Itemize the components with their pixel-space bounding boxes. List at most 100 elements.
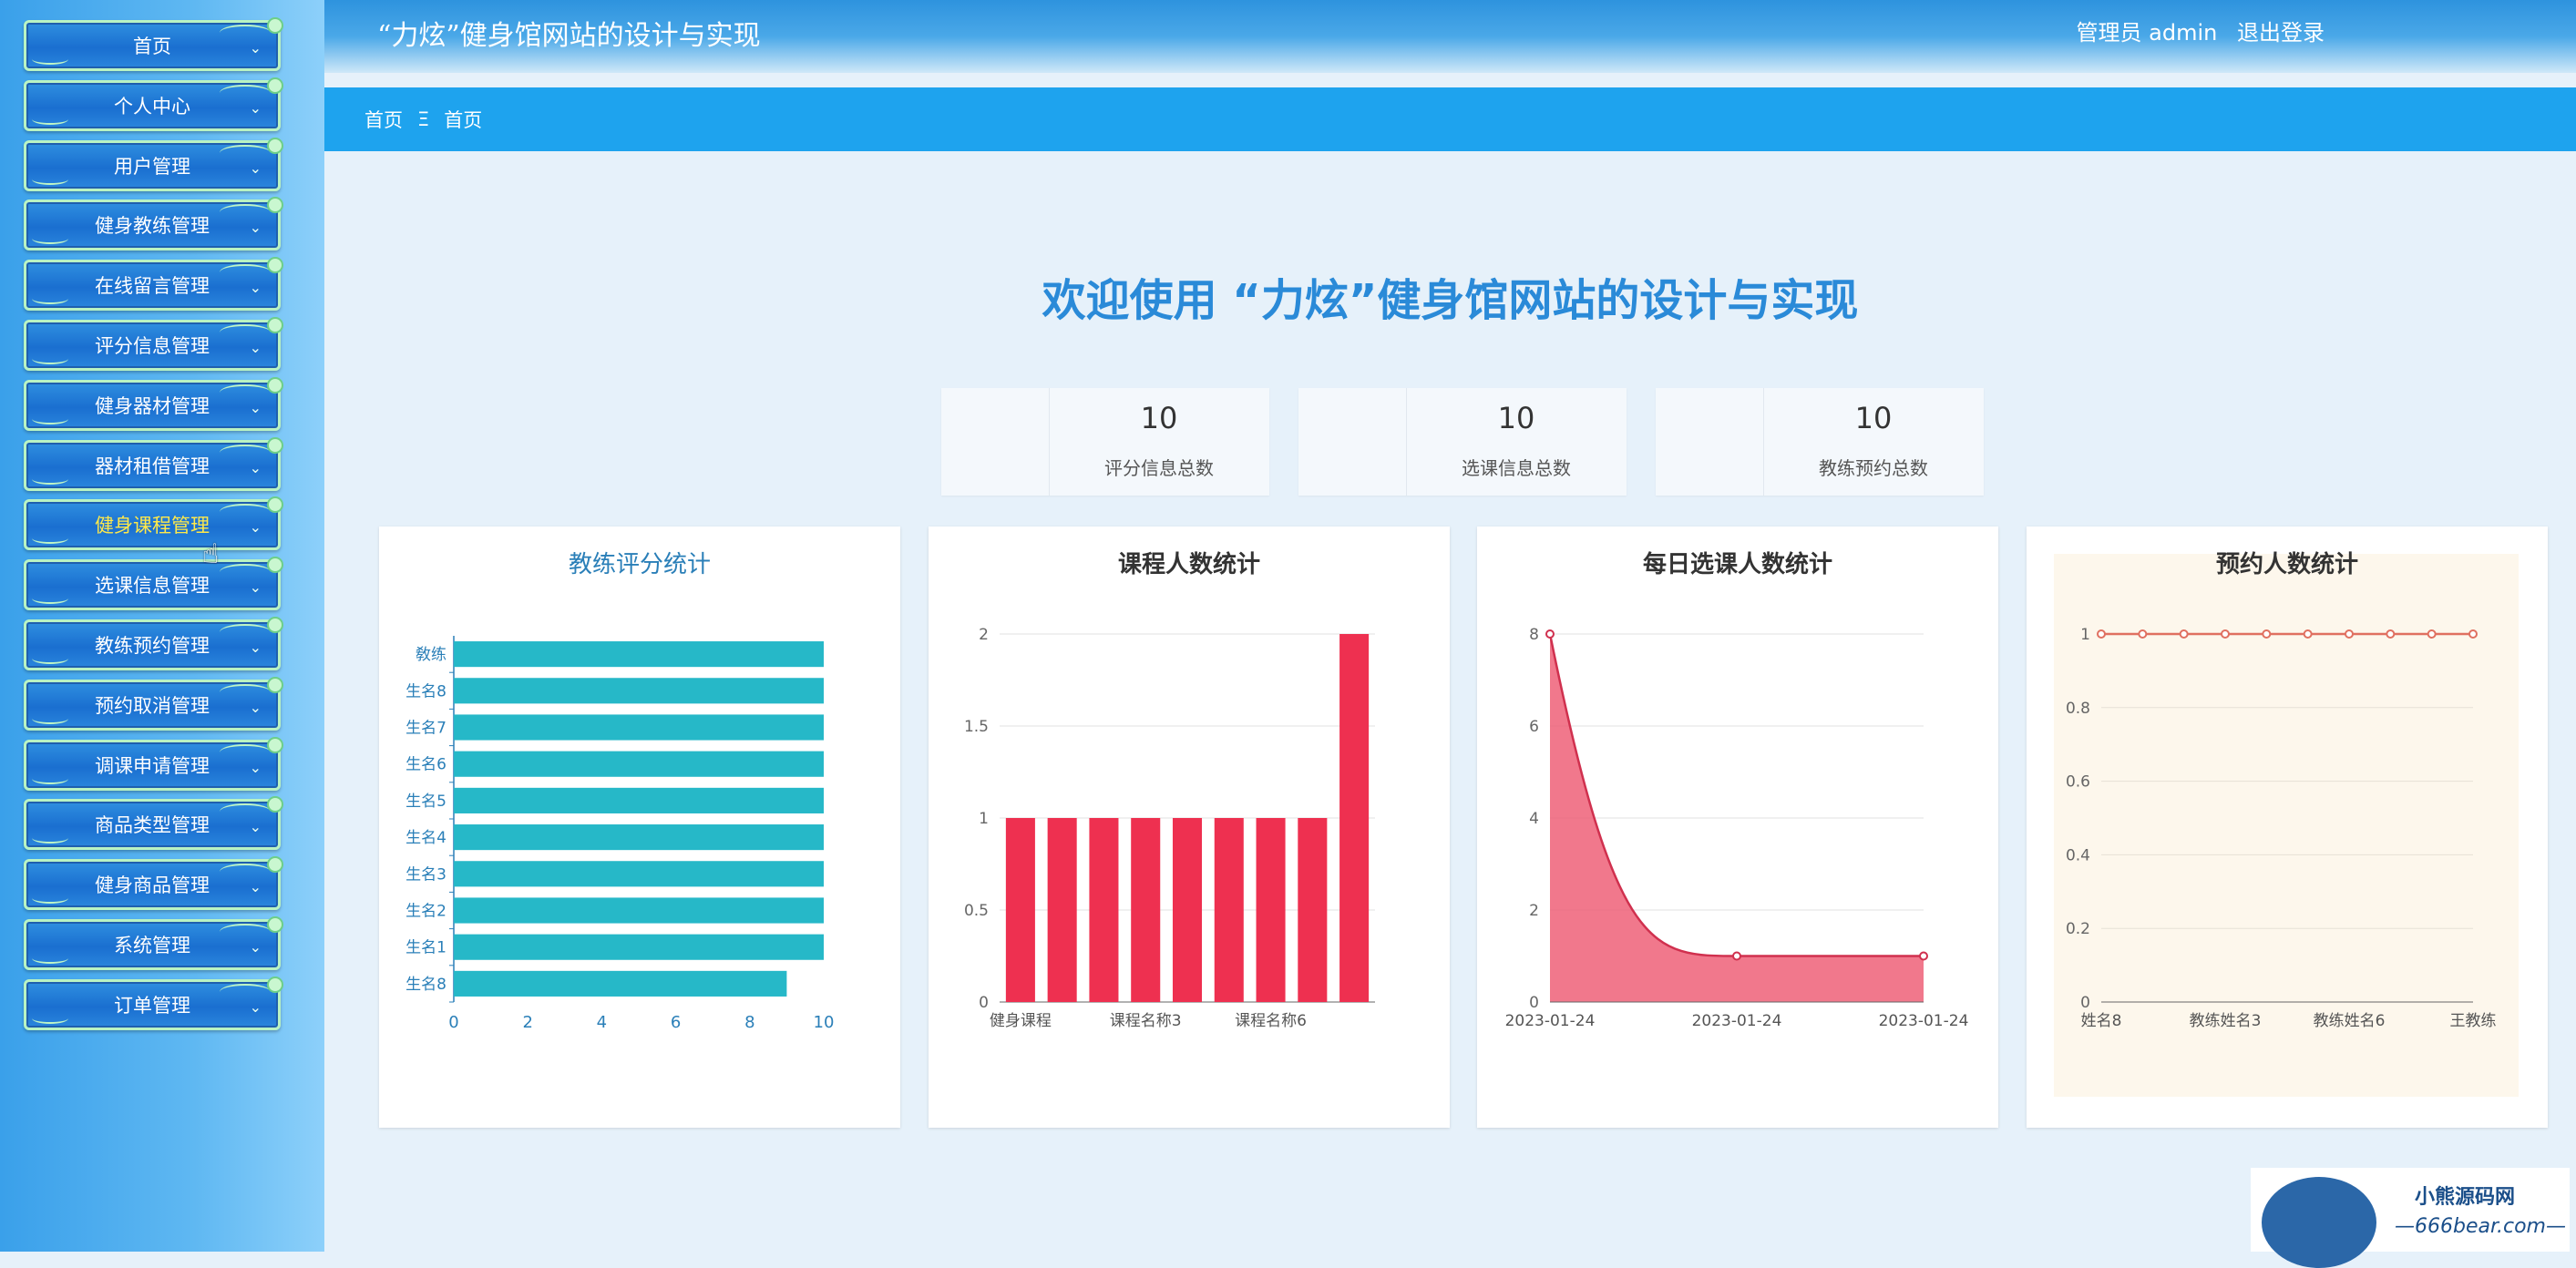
sidebar-item[interactable]: ⌄ 用户管理: [24, 137, 283, 191]
y-tick-label: 生名8: [405, 682, 446, 700]
sidebar-item-label: 首页: [133, 36, 171, 57]
ornament-icon: [220, 383, 271, 401]
sidebar-item-label: 器材租借管理: [95, 455, 210, 477]
chevron-down-icon: ⌄: [249, 339, 262, 356]
x-tick-label: 教练姓名3: [2190, 1012, 2262, 1030]
bar: [454, 787, 824, 813]
data-point: [2345, 629, 2354, 639]
data-point: [2221, 629, 2230, 639]
sidebar-item[interactable]: ⌄ 商品类型管理: [24, 796, 283, 851]
sidebar-item[interactable]: ⌄ 首页: [24, 17, 283, 71]
ornament-icon: [220, 264, 271, 281]
sidebar-item[interactable]: ⌄ 健身器材管理: [24, 376, 283, 431]
x-tick-label: 4: [597, 1013, 607, 1032]
sidebar-item[interactable]: ⌄ 调课申请管理: [24, 736, 283, 791]
y-tick-label: 1: [2080, 626, 2090, 644]
ornament-icon: [32, 114, 68, 125]
stat-icon-placeholder: [941, 388, 1050, 496]
ornament-icon: [220, 144, 271, 161]
y-tick-label: 1: [979, 810, 989, 828]
ornament-icon: [220, 564, 271, 580]
ornament-icon: [220, 743, 271, 761]
breadcrumb: 首页 Ξ 首页: [324, 87, 2576, 151]
ornament-icon: [32, 533, 68, 545]
dot-icon: [267, 197, 283, 214]
breadcrumb-home[interactable]: 首页: [364, 106, 403, 133]
logout-link[interactable]: 退出登录: [2237, 20, 2325, 46]
chevron-down-icon: ⌄: [249, 578, 262, 597]
bar: [454, 678, 824, 704]
bar: [1214, 818, 1244, 1002]
chart-title: 教练评分统计: [569, 551, 711, 578]
chevron-down-icon: ⌄: [249, 279, 262, 297]
data-point: [2386, 629, 2396, 639]
sidebar-item[interactable]: ⌄ 在线留言管理: [24, 257, 283, 312]
sidebar-item[interactable]: ⌄ 健身教练管理: [24, 197, 283, 251]
data-point: [2262, 629, 2272, 639]
sidebar-item[interactable]: ⌄ 评分信息管理: [24, 317, 283, 371]
x-tick-label: 10: [814, 1013, 835, 1032]
dot-icon: [267, 736, 283, 753]
y-tick-label: 0.4: [2066, 846, 2090, 864]
x-tick-label: 0: [448, 1013, 458, 1032]
sidebar-item[interactable]: ⌄ 个人中心: [24, 77, 283, 131]
sidebar-item-label: 订单管理: [114, 994, 190, 1017]
stat-card-course-selections: 10 选课信息总数: [1298, 388, 1627, 496]
y-tick-label: 生名7: [405, 720, 446, 738]
data-point: [2427, 629, 2437, 639]
sidebar-item[interactable]: ⌄ 订单管理: [24, 976, 283, 1030]
user-info: 管理员 admin 退出登录: [2064, 15, 2325, 46]
y-tick-label: 生名4: [405, 829, 446, 847]
y-tick-label: 0.5: [964, 902, 989, 920]
sidebar-item-label: 调课申请管理: [95, 754, 210, 777]
y-tick-label: 生名8: [405, 976, 446, 994]
sidebar-item[interactable]: ⌄ 器材租借管理: [24, 436, 283, 491]
chart-title: 每日选课人数统计: [1643, 550, 1832, 578]
sidebar-item[interactable]: ⌄ 预约取消管理: [24, 676, 283, 731]
x-tick-label: 8: [744, 1013, 754, 1032]
y-tick-label: 0.2: [2066, 920, 2090, 938]
sidebar-item[interactable]: ⌄ 教练预约管理: [24, 617, 283, 670]
stat-label: 教练预约总数: [1819, 457, 1928, 479]
dot-icon: [267, 676, 283, 693]
x-tick-label: 教练姓名6: [2314, 1012, 2386, 1030]
y-tick-label: 2: [979, 626, 989, 644]
sidebar-item[interactable]: ⌄ 选课信息管理: [24, 557, 283, 611]
sidebar-item-label: 预约取消管理: [95, 694, 210, 717]
chart-card-coach-rating: 教练评分统计 生名8 生名1 生名2 生名3 生名4 生名5 生名6 生名7 生名8 敎练 0 2 4 6 8…: [379, 527, 900, 1128]
dot-icon: [267, 137, 283, 154]
chart-title: 课程人数统计: [1118, 550, 1260, 578]
ornament-icon: [220, 924, 271, 940]
dot-icon: [267, 976, 283, 993]
data-point: [1919, 951, 1928, 961]
sidebar-item-label: 选课信息管理: [95, 575, 210, 598]
stat-value: 10: [1497, 401, 1535, 435]
sidebar-item-label: 商品类型管理: [95, 814, 210, 837]
ornament-icon: [220, 864, 271, 880]
chart-title: 预约人数统计: [2216, 550, 2358, 578]
y-tick-label: 6: [1529, 718, 1539, 736]
bar: [1131, 818, 1161, 1002]
stat-value: 10: [1854, 401, 1893, 435]
sidebar-item[interactable]: ⌄ 健身课程管理: [24, 496, 283, 551]
stat-label: 评分信息总数: [1104, 457, 1214, 479]
stat-label: 选课信息总数: [1462, 457, 1571, 479]
ornament-icon: [32, 833, 68, 844]
y-tick-label: 敎练: [416, 646, 446, 664]
sidebar-item[interactable]: ⌄ 健身商品管理: [24, 856, 283, 911]
chevron-down-icon: ⌄: [249, 398, 262, 416]
welcome-title: 欢迎使用 “力炫”健身馆网站的设计与实现: [1042, 275, 1859, 326]
data-point: [2138, 629, 2148, 639]
ornament-icon: [32, 54, 68, 65]
chevron-down-icon: ⌄: [249, 938, 262, 956]
ornament-icon: [220, 624, 271, 640]
ornament-icon: [32, 953, 68, 964]
ornament-icon: [220, 25, 271, 41]
ornament-icon: [220, 504, 271, 520]
sidebar-item[interactable]: ⌄ 系统管理: [24, 916, 283, 970]
ornament-icon: [32, 593, 68, 605]
x-tick-label: 姓名8: [2081, 1012, 2122, 1030]
ornament-icon: [32, 653, 68, 664]
bar: [1047, 818, 1077, 1002]
bar: [1089, 818, 1119, 1002]
